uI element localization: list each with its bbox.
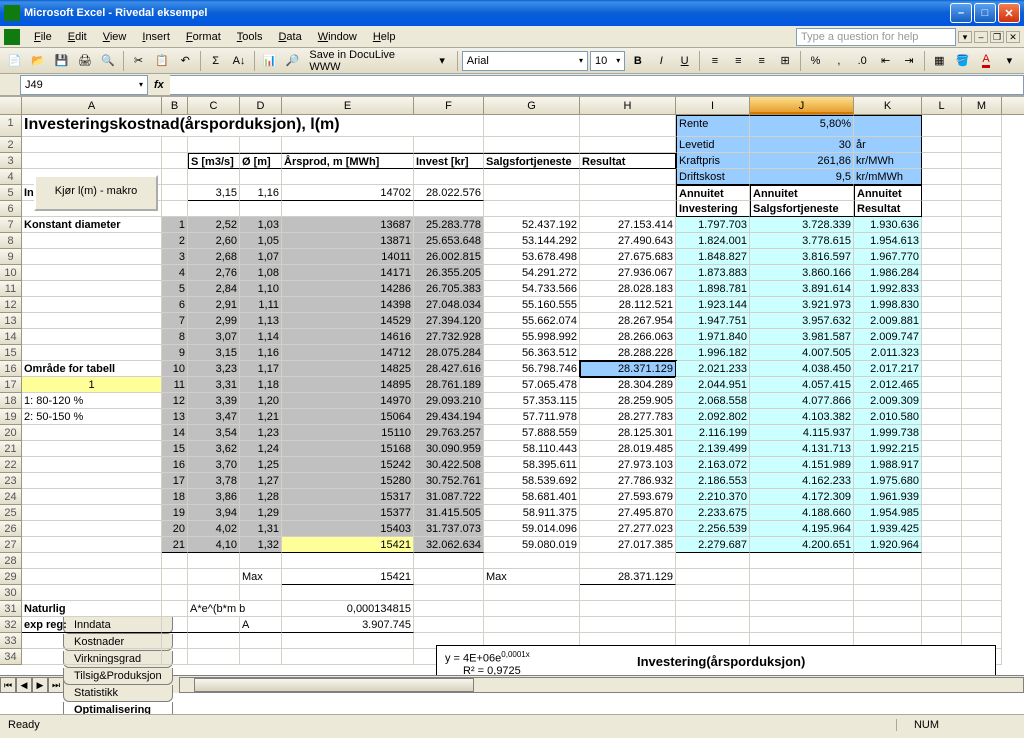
tab-nav-last[interactable]: ⏭	[48, 677, 64, 693]
tab-nav-prev[interactable]: ◀	[16, 677, 32, 693]
status-num: NUM	[896, 719, 956, 731]
decrease-indent-button[interactable]: ⇤	[875, 50, 896, 72]
row-header[interactable]: 1	[0, 115, 22, 137]
menu-window[interactable]: Window	[310, 29, 365, 45]
row-header[interactable]: 5	[0, 185, 22, 201]
save-button[interactable]: 💾	[51, 50, 72, 72]
print-preview-button[interactable]: 🔍	[98, 50, 119, 72]
col-header-L[interactable]: L	[922, 97, 962, 114]
col-header-A[interactable]: A	[22, 97, 162, 114]
window-titlebar: Microsoft Excel - Rivedal eksempel – □ ✕	[0, 0, 1024, 26]
row-header[interactable]: 6	[0, 201, 22, 217]
cut-button[interactable]: ✂	[128, 50, 149, 72]
open-button[interactable]: 📂	[27, 50, 48, 72]
increase-indent-button[interactable]: ⇥	[898, 50, 919, 72]
menu-tools[interactable]: Tools	[229, 29, 271, 45]
increase-decimal-button[interactable]: .0	[852, 50, 873, 72]
font-size-select[interactable]: 10▾	[590, 51, 625, 71]
menu-format[interactable]: Format	[178, 29, 229, 45]
standard-toolbar: 📄 📂 💾 🖨 🔍 ✂ 📋 ↶ Σ A↓ 📊 🔎 Save in DocuLiv…	[0, 48, 1024, 74]
fx-button[interactable]: fx	[148, 79, 170, 91]
select-all-corner[interactable]	[0, 97, 22, 114]
underline-button[interactable]: U	[674, 50, 695, 72]
formula-input[interactable]	[170, 75, 1024, 95]
status-bar: Ready NUM	[0, 714, 1024, 734]
align-center-button[interactable]: ≡	[728, 50, 749, 72]
undo-button[interactable]: ↶	[175, 50, 196, 72]
col-header-B[interactable]: B	[162, 97, 188, 114]
row-header[interactable]: 4	[0, 169, 22, 185]
menu-insert[interactable]: Insert	[134, 29, 178, 45]
sheet-tab-optimalisering[interactable]: Optimalisering	[63, 702, 173, 715]
col-header-D[interactable]: D	[240, 97, 282, 114]
fill-color-button[interactable]: 🪣	[952, 50, 973, 72]
col-header-G[interactable]: G	[484, 97, 580, 114]
copy-button[interactable]: 📋	[151, 50, 172, 72]
menu-bar: FileEditViewInsertFormatToolsDataWindowH…	[0, 26, 1024, 48]
col-header-H[interactable]: H	[580, 97, 676, 114]
col-header-C[interactable]: C	[188, 97, 240, 114]
percent-button[interactable]: %	[805, 50, 826, 72]
horizontal-scrollbar[interactable]	[179, 677, 1024, 693]
col-header-F[interactable]: F	[414, 97, 484, 114]
spreadsheet-grid[interactable]: A B C D E F G H I J K L M 1 Investerings…	[0, 96, 1024, 714]
row-header[interactable]: 3	[0, 153, 22, 169]
window-title: Microsoft Excel - Rivedal eksempel	[24, 7, 950, 19]
formatting-more-button[interactable]: ▾	[999, 50, 1020, 72]
font-name-select[interactable]: Arial▾	[462, 51, 588, 71]
window-maximize-button[interactable]: □	[974, 3, 996, 23]
help-search-input[interactable]: Type a question for help	[796, 28, 956, 46]
borders-button[interactable]: ▦	[929, 50, 950, 72]
comma-button[interactable]: ,	[828, 50, 849, 72]
print-button[interactable]: 🖨	[74, 50, 95, 72]
formula-bar: J49▾ fx	[0, 74, 1024, 96]
excel-doc-icon	[4, 29, 20, 45]
menu-view[interactable]: View	[95, 29, 135, 45]
autosum-button[interactable]: Σ	[205, 50, 226, 72]
font-color-button[interactable]: A	[975, 50, 996, 72]
col-header-I[interactable]: I	[676, 97, 750, 114]
doc-close-button[interactable]: ✕	[1006, 31, 1020, 43]
align-right-button[interactable]: ≡	[751, 50, 772, 72]
row-header[interactable]: 2	[0, 137, 22, 153]
menu-edit[interactable]: Edit	[60, 29, 95, 45]
merge-center-button[interactable]: ⊞	[774, 50, 795, 72]
doc-minimize-button[interactable]: –	[974, 31, 988, 43]
menu-data[interactable]: Data	[270, 29, 309, 45]
col-header-M[interactable]: M	[962, 97, 1002, 114]
italic-button[interactable]: I	[651, 50, 672, 72]
tab-nav-first[interactable]: ⏮	[0, 677, 16, 693]
sort-button[interactable]: A↓	[228, 50, 249, 72]
toolbar-more-button[interactable]: ▾	[431, 50, 452, 72]
doc-restore-button[interactable]: ❐	[990, 31, 1004, 43]
chart-button[interactable]: 📊	[259, 50, 280, 72]
column-headers[interactable]: A B C D E F G H I J K L M	[0, 97, 1024, 115]
embedded-chart[interactable]: y = 4E+06e0,0001x R² = 0,9725 Investerin…	[436, 645, 996, 675]
run-macro-button[interactable]: Kjør l(m) - makro	[34, 175, 158, 211]
col-header-K[interactable]: K	[854, 97, 922, 114]
name-box[interactable]: J49▾	[20, 75, 148, 95]
status-ready: Ready	[8, 719, 896, 731]
bold-button[interactable]: B	[627, 50, 648, 72]
menu-help[interactable]: Help	[365, 29, 404, 45]
save-doculive-button[interactable]: Save in DocuLive WWW	[305, 49, 429, 73]
title-cell[interactable]: Investeringskostnad(årsporduksjon), l(m)	[22, 115, 484, 137]
new-doc-button[interactable]: 📄	[4, 50, 25, 72]
help-dropdown-button[interactable]: ▾	[958, 31, 972, 43]
align-left-button[interactable]: ≡	[704, 50, 725, 72]
window-close-button[interactable]: ✕	[998, 3, 1020, 23]
menu-file[interactable]: File	[26, 29, 60, 45]
sheet-tab-bar: ⏮ ◀ ▶ ⏭ InndataKostnaderVirkningsgradTil…	[0, 675, 1024, 693]
sheet-tab-statistikk[interactable]: Statistikk	[63, 685, 173, 702]
research-button[interactable]: 🔎	[282, 50, 303, 72]
tab-nav-next[interactable]: ▶	[32, 677, 48, 693]
excel-app-icon	[4, 5, 20, 21]
col-header-E[interactable]: E	[282, 97, 414, 114]
window-minimize-button[interactable]: –	[950, 3, 972, 23]
col-header-J[interactable]: J	[750, 97, 854, 114]
